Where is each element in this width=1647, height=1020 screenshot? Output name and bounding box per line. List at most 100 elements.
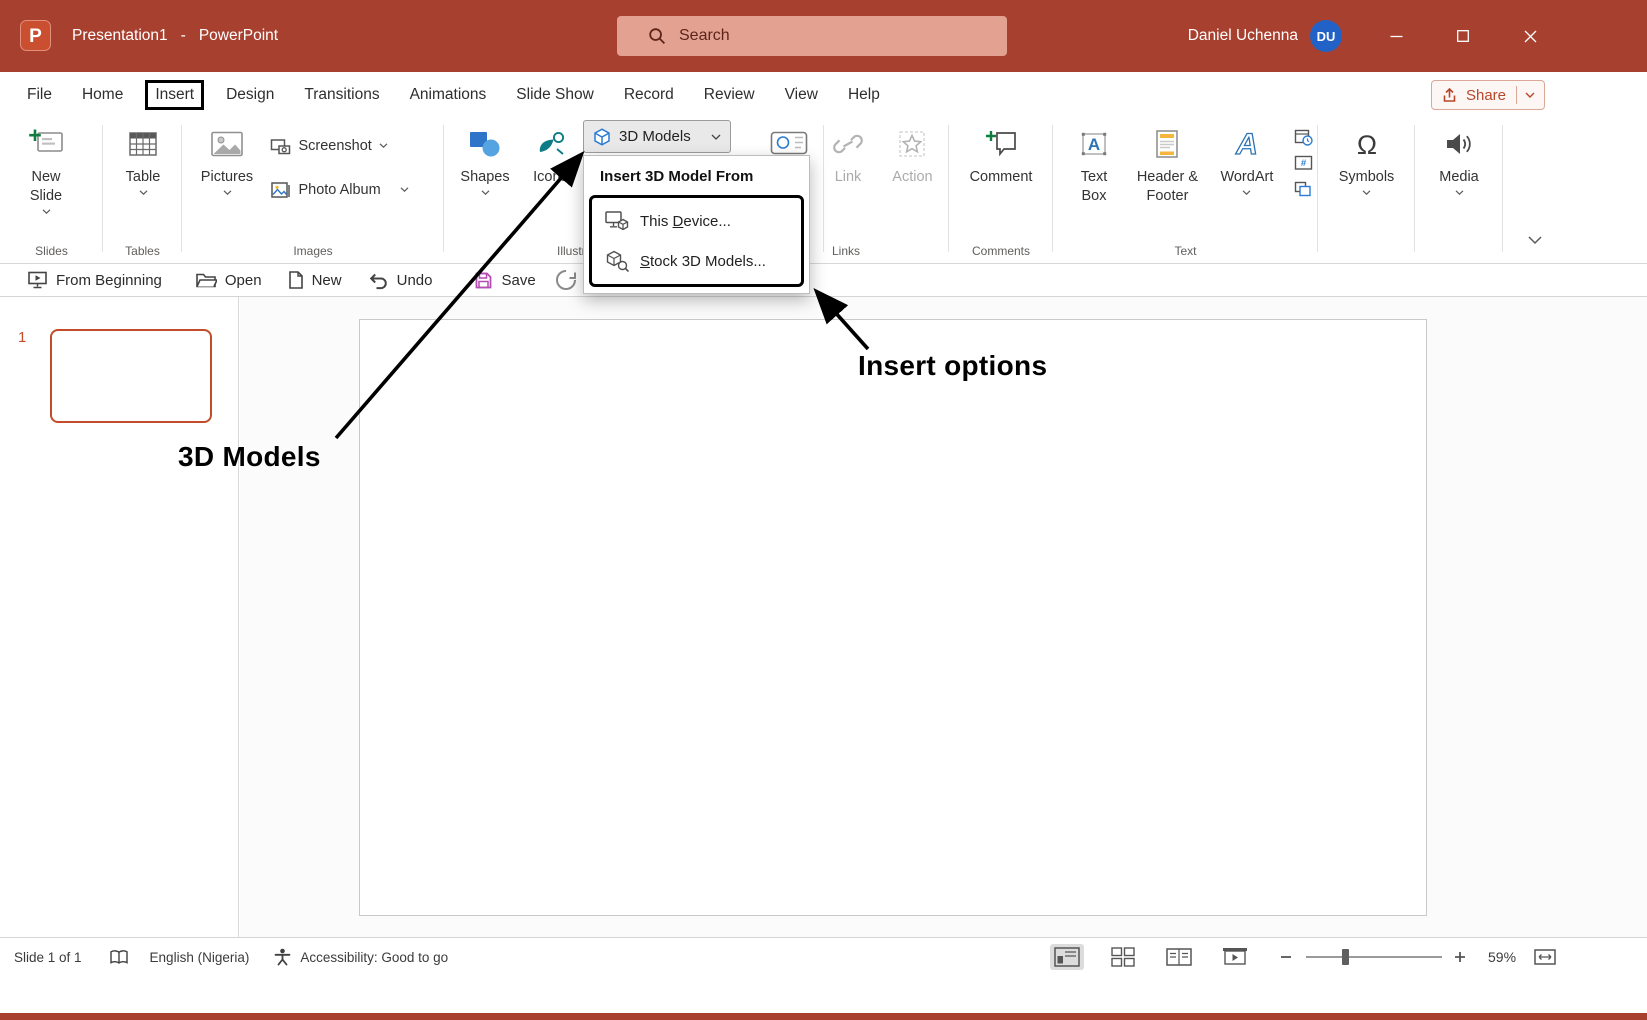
collapse-ribbon-icon[interactable] [1525, 235, 1545, 247]
symbols-label: Symbols [1339, 168, 1395, 187]
normal-view-button[interactable] [1050, 944, 1084, 970]
text-box-icon: A [1079, 125, 1109, 163]
comment-label: Comment [970, 168, 1033, 187]
slide-surface[interactable] [359, 319, 1427, 916]
3d-models-button[interactable]: 3D Models [583, 120, 731, 153]
accessibility-status[interactable]: Accessibility: Good to go [300, 950, 448, 965]
screenshot-button[interactable]: Screenshot [270, 131, 408, 160]
search-input[interactable] [679, 27, 969, 45]
tab-help[interactable]: Help [848, 86, 880, 104]
wordart-button[interactable]: A WordArt [1210, 118, 1284, 195]
media-button[interactable]: Media [1429, 118, 1489, 195]
ribbon-group-images: Pictures Screenshot [182, 118, 444, 263]
tab-file[interactable]: File [27, 86, 52, 104]
open-folder-icon [195, 271, 217, 289]
3d-models-dropdown: 3D Models Insert 3D Model From This Devi… [583, 120, 810, 294]
chevron-down-icon [400, 187, 409, 192]
chevron-down-icon [139, 190, 148, 195]
tab-home[interactable]: Home [82, 86, 123, 104]
icons-button[interactable]: Icons [522, 118, 578, 187]
photo-album-label: Photo Album [298, 182, 380, 198]
qat-undo-button[interactable]: Undo [367, 271, 433, 290]
ribbon: New Slide Slides Table Tables [0, 118, 1647, 264]
icons-label: Icons [533, 168, 568, 187]
qat-save-button[interactable]: Save [474, 271, 535, 290]
wordart-icon: A [1229, 125, 1265, 163]
qat-from-beginning-button[interactable]: From Beginning [27, 270, 162, 290]
title-dash: - [181, 27, 186, 45]
stock-3d-icon [605, 250, 629, 272]
slide-thumbnail[interactable] [50, 329, 212, 423]
language-button[interactable]: English (Nigeria) [150, 950, 250, 965]
qat-redo-button[interactable] [554, 268, 578, 292]
reading-view-icon [1166, 947, 1192, 967]
header-footer-label: Header & Footer [1136, 168, 1198, 206]
share-button[interactable]: Share [1431, 80, 1545, 110]
tab-view[interactable]: View [785, 86, 818, 104]
object-button[interactable] [1294, 180, 1313, 198]
chevron-down-icon [1242, 190, 1251, 195]
search-box[interactable] [617, 16, 1007, 56]
close-button[interactable] [1507, 0, 1553, 72]
slide-sorter-button[interactable] [1106, 944, 1140, 970]
avatar[interactable]: DU [1310, 20, 1342, 52]
zoom-level[interactable]: 59% [1488, 949, 1516, 965]
menu-item-stock-3d-models[interactable]: Stock 3D Models... [592, 241, 801, 281]
tab-review[interactable]: Review [704, 86, 755, 104]
tab-record[interactable]: Record [624, 86, 674, 104]
zoom-out-button[interactable] [1280, 951, 1292, 963]
fit-slide-to-window-button[interactable] [1534, 948, 1556, 966]
shapes-button[interactable]: Shapes [456, 118, 514, 195]
maximize-button[interactable] [1440, 0, 1486, 72]
link-icon [832, 125, 864, 163]
tab-design[interactable]: Design [226, 86, 274, 104]
symbols-button[interactable]: Ω Symbols [1332, 118, 1402, 195]
powerpoint-window: P Presentation1 - PowerPoint Daniel Uche… [0, 0, 1647, 1020]
new-slide-button[interactable]: New Slide [23, 118, 69, 214]
new-slide-icon [28, 125, 64, 163]
tab-slide-show[interactable]: Slide Show [516, 86, 594, 104]
text-box-button[interactable]: A Text Box [1063, 118, 1125, 206]
action-label: Action [892, 168, 932, 187]
qat-new-button[interactable]: New [287, 270, 342, 290]
ribbon-group-symbols: Ω Symbols [1318, 118, 1415, 263]
date-time-button[interactable] [1294, 128, 1313, 146]
pictures-icon [210, 125, 244, 163]
link-button: Link [820, 118, 876, 187]
ribbon-group-tables: Table Tables [103, 118, 182, 263]
menu-item-label: This Device... [640, 213, 731, 230]
photo-album-button[interactable]: Photo Album [270, 175, 408, 204]
chevron-down-icon [1525, 92, 1535, 98]
share-icon [1441, 87, 1458, 103]
zoom-slider[interactable] [1306, 956, 1442, 958]
reading-view-button[interactable] [1162, 944, 1196, 970]
qat-open-button[interactable]: Open [195, 271, 262, 289]
maximize-icon [1457, 30, 1469, 42]
zoom-slider-thumb[interactable] [1342, 949, 1349, 965]
slide-number-button[interactable]: # [1294, 154, 1313, 172]
object-icon [1294, 181, 1312, 197]
undo-icon [367, 271, 389, 290]
screenshot-label: Screenshot [298, 138, 371, 154]
comment-button[interactable]: Comment [964, 118, 1038, 187]
chevron-down-icon [1455, 190, 1464, 195]
table-icon [128, 125, 158, 163]
document-name: Presentation1 [72, 27, 168, 45]
spell-check-icon[interactable] [109, 949, 129, 965]
header-footer-button[interactable]: Header & Footer [1129, 118, 1205, 206]
pictures-button[interactable]: Pictures [196, 118, 258, 195]
chevron-down-icon [223, 190, 232, 195]
tab-insert[interactable]: Insert [145, 80, 204, 110]
powerpoint-logo[interactable]: P [20, 20, 51, 51]
window-title: Presentation1 - PowerPoint [72, 0, 278, 72]
chevron-down-icon [42, 209, 51, 214]
minimize-button[interactable] [1373, 0, 1419, 72]
menu-item-this-device[interactable]: This Device... [592, 201, 801, 241]
tab-transitions[interactable]: Transitions [304, 86, 379, 104]
slideshow-button[interactable] [1218, 944, 1252, 970]
slide-info[interactable]: Slide 1 of 1 [14, 950, 82, 965]
zoom-in-button[interactable] [1454, 951, 1466, 963]
3d-models-menu: Insert 3D Model From This Device... [583, 155, 810, 294]
table-button[interactable]: Table [114, 118, 172, 195]
tab-animations[interactable]: Animations [410, 86, 487, 104]
